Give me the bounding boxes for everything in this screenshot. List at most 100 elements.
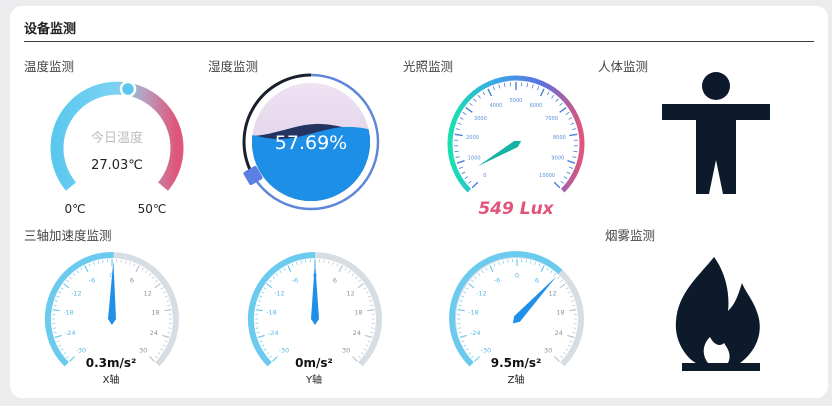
accel-x-tick-mark xyxy=(148,273,152,276)
accel-z-tick-mark xyxy=(559,283,566,289)
accel-y-tick-mark xyxy=(261,291,265,294)
light-gauge: 0 1000 2000 3000 4000 5000 6000 7000 8000 9000 100… xyxy=(447,75,585,219)
accel-z-tick-mark xyxy=(557,276,560,279)
accel-y-tick-mark xyxy=(255,309,263,312)
accel-z-tick-label: 0 xyxy=(515,272,519,280)
accel-y-tick-mark xyxy=(367,295,371,298)
light-tick-mark xyxy=(572,128,577,130)
accel-z-tick-mark xyxy=(457,309,465,312)
accel-y-tick-mark xyxy=(367,340,371,343)
light-tick-mark xyxy=(461,171,466,175)
accel-x-tick-mark xyxy=(60,287,64,290)
accel-y-tick-mark xyxy=(300,260,303,264)
accel-y-tick-mark xyxy=(272,356,278,362)
accel-x-tick-mark xyxy=(141,267,144,271)
accel-z-tick-mark xyxy=(540,265,545,273)
accel-y-tick-label: -18 xyxy=(266,309,277,317)
accel-x-tick-mark xyxy=(164,309,172,312)
light-tick-mark xyxy=(469,102,473,106)
accel-z-label: Z轴 xyxy=(508,373,525,386)
accel-y-tick-mark xyxy=(357,283,364,289)
accel-x-tick-mark xyxy=(53,331,57,334)
accel-y-tick-mark xyxy=(259,295,263,298)
accel-y-tick-label: -6 xyxy=(292,276,298,284)
light-tick-label: 9000 xyxy=(551,156,564,162)
accel-y-tick-mark xyxy=(363,348,367,351)
accel-z-tick-label: 6 xyxy=(535,276,539,284)
accel-y-tick-label: 18 xyxy=(354,309,362,317)
accel-z-tick-mark xyxy=(461,340,465,343)
accel-x-tick-label: -12 xyxy=(71,290,82,298)
accel-z-tick-mark xyxy=(569,309,577,312)
accel-x-tick-mark xyxy=(162,344,166,347)
accel-z-tick-mark xyxy=(546,267,549,271)
accel-x-tick-mark xyxy=(135,265,140,273)
accel-y-tick-mark xyxy=(283,267,286,271)
light-tick-mark xyxy=(569,133,578,137)
accel-x-tick-mark xyxy=(129,261,131,265)
accel-y-tick-mark xyxy=(263,348,267,351)
light-tick-mark xyxy=(563,176,568,180)
accel-z-tick-mark xyxy=(569,295,573,298)
accel-x-tick-label: -6 xyxy=(89,276,95,284)
light-tick-mark xyxy=(454,150,459,153)
accel-y-tick-mark xyxy=(365,334,373,339)
accel-x-tick-mark xyxy=(152,276,155,279)
light-tick-mark xyxy=(559,102,563,106)
accel-x-tick-mark xyxy=(149,356,155,362)
accel-z-tick-mark xyxy=(562,352,566,355)
accel-x-tick-mark xyxy=(84,265,89,273)
accel-z-tick-mark xyxy=(463,344,467,347)
light-tick-mark xyxy=(465,107,473,113)
accel-y-tick-mark xyxy=(257,334,265,339)
light-tick-mark xyxy=(546,91,550,96)
accel-x-tick-mark xyxy=(69,276,72,279)
accel-x-tick-mark xyxy=(97,260,100,264)
accel-z-tick-mark xyxy=(572,331,576,334)
accel-z-tick-mark xyxy=(459,334,467,339)
light-tick-label: 3000 xyxy=(474,116,487,122)
light-tick-mark xyxy=(565,112,570,115)
accel-x-tick-mark xyxy=(52,309,60,312)
accel-y-tick-label: 12 xyxy=(346,290,354,298)
accel-z-tick-mark xyxy=(572,304,576,307)
accel-z-tick-label: 12 xyxy=(548,290,556,298)
light-tick-mark xyxy=(482,91,486,96)
accel-y-tick-mark xyxy=(370,304,374,307)
accel-y-tick-mark xyxy=(370,331,374,334)
accel-y-tick-label: -24 xyxy=(268,329,279,337)
accel-x-tick-mark xyxy=(72,273,76,276)
light-tick-mark xyxy=(459,117,464,120)
accel-z-tick-label: 30 xyxy=(544,347,552,355)
light-tick-mark xyxy=(566,171,571,175)
accel-x-tick-mark xyxy=(56,340,60,343)
accel-z-tick-mark xyxy=(477,273,481,276)
accel-z-tick-mark xyxy=(498,261,500,265)
accel-z-tick-mark xyxy=(567,334,575,339)
accel-y-tick-mark xyxy=(266,352,270,355)
accel-x-tick-mark xyxy=(63,283,70,289)
light-tick-label: 8000 xyxy=(553,135,566,141)
accel-y-tick-mark xyxy=(355,276,358,279)
accel-z-tick-mark xyxy=(567,291,571,294)
light-tick-labels: 0 1000 2000 3000 4000 5000 6000 7000 8000 9000 100… xyxy=(466,98,566,179)
accel-z-tick-label: -30 xyxy=(481,347,492,355)
light-tick-mark xyxy=(568,117,573,120)
accel-x-tick-mark xyxy=(160,348,164,351)
light-tick-mark xyxy=(572,156,577,158)
temperature-marker xyxy=(119,80,137,98)
light-tick-mark xyxy=(473,98,477,102)
accel-y-tick-mark xyxy=(272,276,275,279)
accel-z-tick-mark xyxy=(485,267,488,271)
accel-z-tick-mark xyxy=(457,327,461,329)
accel-x-tick-label: -18 xyxy=(63,309,74,317)
smoke-title: 烟雾监测 xyxy=(605,228,656,243)
light-tick-label: 5000 xyxy=(510,98,523,104)
accel-y-tick-mark xyxy=(327,260,330,264)
accel-y-tick-mark xyxy=(256,304,260,307)
accel-z-tick-mark xyxy=(465,287,469,290)
accel-x-tick-mark xyxy=(53,304,57,307)
accel-z-tick-mark xyxy=(468,283,475,289)
accel-x-tick-mark xyxy=(56,295,60,298)
accel-title: 三轴加速度监测 xyxy=(24,228,112,243)
